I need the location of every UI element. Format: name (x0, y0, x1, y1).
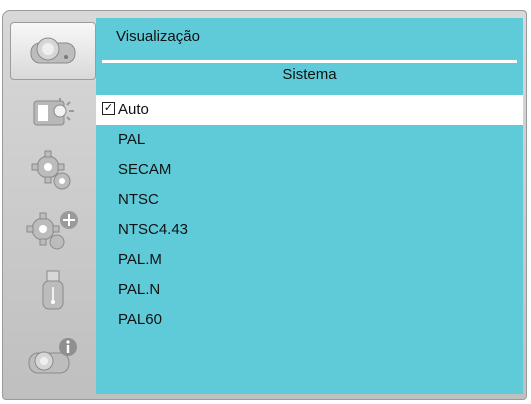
menu-item-label: Auto (118, 101, 149, 118)
menu-item-pal-m[interactable]: PAL.M (96, 245, 523, 275)
menu-panel: Visualização Sistema ✓ Auto PAL SECAM NTS… (96, 18, 523, 394)
checked-checkbox-icon[interactable]: ✓ (102, 101, 115, 115)
menu-item-pal[interactable]: PAL (96, 125, 523, 155)
menu-item-auto[interactable]: ✓ Auto (96, 95, 523, 125)
projector-icon (30, 37, 76, 64)
menu-item-ntsc443[interactable]: NTSC4.43 (96, 215, 523, 245)
menu-item-ntsc[interactable]: NTSC (96, 185, 523, 215)
projector-info-icon (28, 338, 77, 374)
advanced-settings-icon (26, 211, 78, 250)
breadcrumb: Visualização (116, 28, 200, 45)
sidebar-item-setup[interactable] (10, 142, 96, 200)
menu-item-pal-n[interactable]: PAL.N (96, 275, 523, 305)
menu-item-secam[interactable]: SECAM (96, 155, 523, 185)
gear-icon (31, 150, 71, 190)
sidebar-item-expanded-setup[interactable] (10, 202, 96, 260)
signal-system-list: ✓ Auto PAL SECAM NTSC NTSC4.43 PAL.M PAL.… (96, 95, 523, 335)
usb-icon (42, 270, 64, 310)
sidebar-item-usb[interactable] (10, 262, 96, 320)
section-title: Sistema (282, 66, 337, 83)
picture-brightness-icon (33, 98, 74, 126)
divider (102, 60, 517, 63)
menu-item-pal60[interactable]: PAL60 (96, 305, 523, 335)
sidebar-item-picture[interactable] (10, 82, 96, 140)
sidebar-item-information[interactable] (10, 328, 96, 386)
sidebar-item-display[interactable] (10, 22, 96, 80)
sidebar (10, 18, 96, 394)
